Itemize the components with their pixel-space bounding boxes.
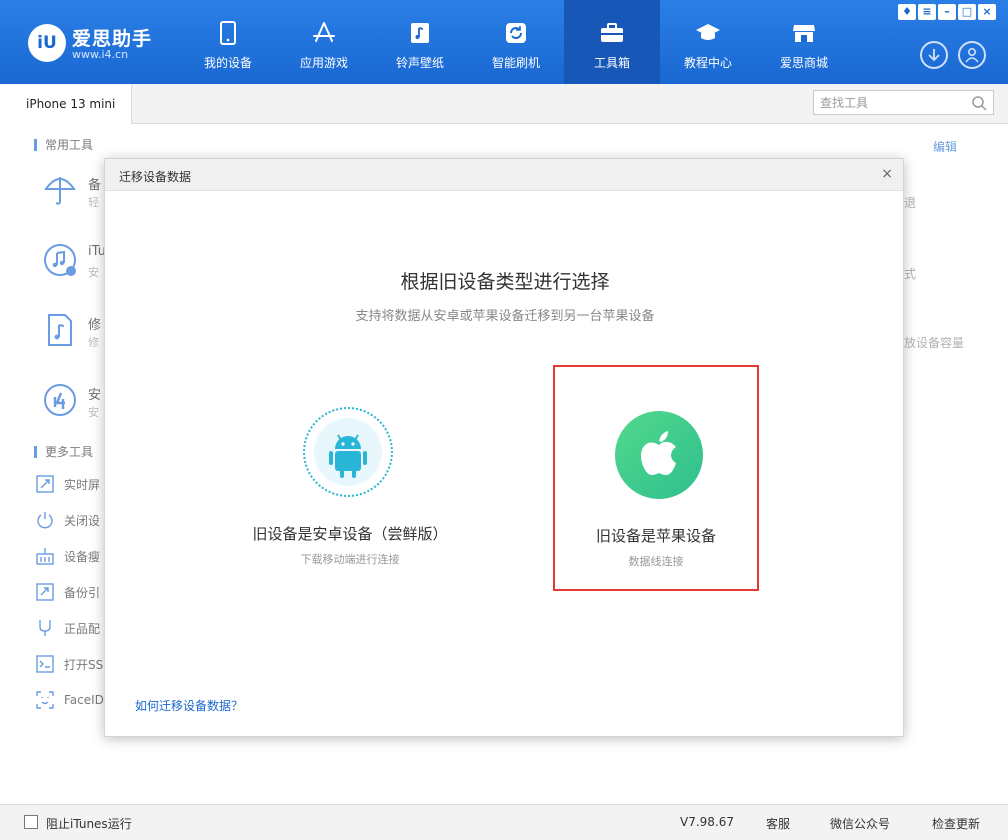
- nav-label: 我的设备: [203, 56, 252, 70]
- user-button[interactable]: [958, 41, 986, 69]
- menu-icon[interactable]: ≡: [918, 4, 936, 20]
- refresh-box-icon: [503, 20, 529, 46]
- phone-icon: [215, 20, 241, 46]
- option-sublabel: 数据线连接: [628, 555, 684, 568]
- option-apple-device[interactable]: 旧设备是苹果设备 数据线连接: [553, 365, 759, 591]
- close-icon[interactable]: ×: [978, 4, 996, 20]
- tool-search[interactable]: [813, 90, 994, 115]
- app-url: www.i4.cn: [72, 48, 129, 61]
- migrate-data-dialog: 迁移设备数据 × 根据旧设备类型进行选择 支持将数据从安卓或苹果设备迁移到另一台…: [104, 158, 904, 737]
- logo-mark: iU: [28, 24, 66, 62]
- top-header: iU 爱思助手 www.i4.cn 我的设备 应用游戏 铃声壁纸 智能刷机 工具…: [0, 0, 1008, 84]
- dialog-header: 迁移设备数据 ×: [105, 159, 903, 191]
- graduation-cap-icon: [695, 20, 721, 46]
- dialog-title: 迁移设备数据: [119, 170, 192, 184]
- app-store-icon: [311, 20, 337, 46]
- device-tab[interactable]: iPhone 13 mini: [0, 84, 132, 125]
- option-label: 旧设备是苹果设备: [595, 527, 716, 545]
- nav-label: 工具箱: [593, 56, 630, 70]
- help-link[interactable]: 如何迁移设备数据？: [135, 697, 243, 714]
- block-itunes-checkbox[interactable]: [24, 815, 38, 829]
- nav-my-device[interactable]: 我的设备: [180, 0, 276, 84]
- download-button[interactable]: [920, 41, 948, 69]
- toolbox-icon: [599, 20, 625, 46]
- dialog-subheading: 支持将数据从安卓或苹果设备迁移到另一台苹果设备: [355, 309, 655, 324]
- maximize-icon[interactable]: □: [958, 4, 976, 20]
- music-file-icon: [407, 20, 433, 46]
- check-update-link[interactable]: 检查更新: [932, 815, 980, 832]
- app-title: 爱思助手: [72, 28, 153, 50]
- nav-label: 应用游戏: [299, 56, 348, 70]
- version-label: V7.98.67: [680, 815, 735, 829]
- device-tabstrip: iPhone 13 mini: [0, 84, 1008, 125]
- minimize-icon[interactable]: –: [938, 4, 956, 20]
- main-nav: 我的设备 应用游戏 铃声壁纸 智能刷机 工具箱 教程中心 爱思商城: [180, 0, 852, 84]
- nav-tutorials[interactable]: 教程中心: [660, 0, 756, 84]
- nav-label: 智能刷机: [491, 56, 540, 70]
- user-icon: [965, 47, 979, 63]
- dialog-heading: 根据旧设备类型进行选择: [400, 271, 610, 293]
- nav-flash[interactable]: 智能刷机: [468, 0, 564, 84]
- nav-label: 教程中心: [683, 56, 732, 70]
- option-sublabel: 下载移动端进行连接: [300, 553, 400, 566]
- store-icon: [791, 20, 817, 46]
- option-android-device[interactable]: 旧设备是安卓设备（尝鲜版） 下载移动端进行连接: [247, 365, 453, 591]
- nav-ringtones[interactable]: 铃声壁纸: [372, 0, 468, 84]
- wechat-link[interactable]: 微信公众号: [830, 815, 890, 832]
- nav-apps-games[interactable]: 应用游戏: [276, 0, 372, 84]
- service-link[interactable]: 客服: [766, 815, 790, 832]
- status-bar: 阻止iTunes运行 V7.98.67 客服 微信公众号 检查更新: [0, 804, 1008, 840]
- nav-toolbox[interactable]: 工具箱: [564, 0, 660, 84]
- option-label: 旧设备是安卓设备（尝鲜版）: [252, 525, 448, 543]
- search-input[interactable]: [814, 91, 964, 114]
- nav-store[interactable]: 爱思商城: [756, 0, 852, 84]
- block-itunes-label[interactable]: 阻止iTunes运行: [46, 815, 132, 832]
- apple-icon: [615, 411, 703, 499]
- search-icon[interactable]: [971, 95, 987, 111]
- download-icon: [928, 49, 940, 62]
- nav-label: 爱思商城: [779, 56, 828, 70]
- close-icon[interactable]: ×: [881, 166, 893, 182]
- shirt-icon[interactable]: ♦: [898, 4, 916, 20]
- android-icon: [303, 407, 393, 497]
- nav-label: 铃声壁纸: [395, 56, 444, 70]
